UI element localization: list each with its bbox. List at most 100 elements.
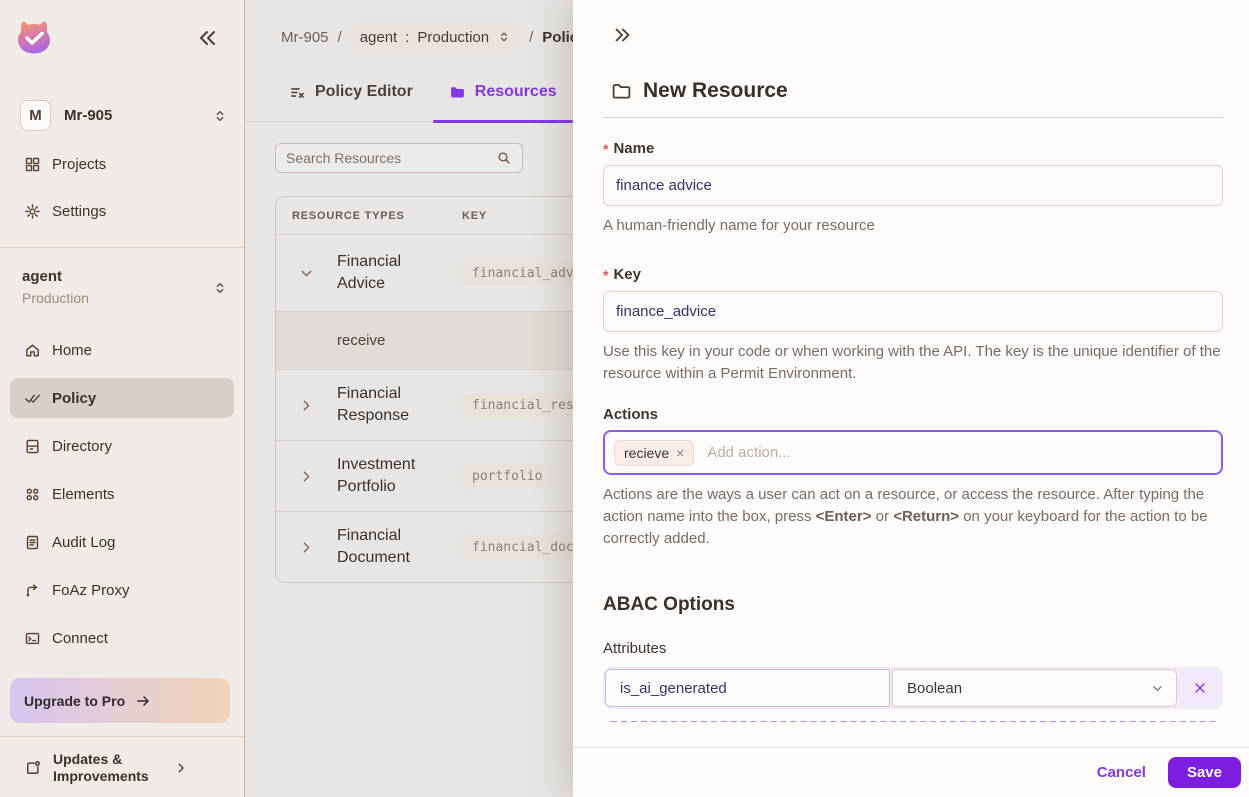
breadcrumb: Mr-905 / agent : Production / Policy: [281, 23, 586, 51]
attributes-label: Attributes: [603, 640, 667, 657]
action-tag: recieve ×: [614, 439, 695, 466]
action-name: receive: [337, 331, 386, 349]
grid-icon: [24, 156, 41, 173]
policy-editor-icon: [289, 84, 306, 101]
sidebar-item-elements[interactable]: Elements: [10, 474, 234, 514]
tab-label: Policy Editor: [315, 83, 413, 100]
project-text: agent Production: [22, 268, 212, 306]
remove-attribute-button[interactable]: [1179, 680, 1221, 696]
add-attribute-button[interactable]: Add Attribute: [603, 721, 1223, 722]
save-button[interactable]: Save: [1167, 757, 1241, 788]
drawer-header: New Resource: [611, 79, 788, 103]
sidebar-item-label: Directory: [52, 437, 113, 455]
breadcrumb-project: agent: [359, 28, 398, 46]
chevron-right-icon[interactable]: [298, 397, 315, 414]
environment-name: Production: [22, 290, 89, 306]
sidebar-item-label: Projects: [52, 155, 107, 173]
permit-logo-icon: [14, 17, 54, 57]
route-icon: [24, 582, 41, 599]
name-field[interactable]: [603, 165, 1223, 206]
name-field-label: * Name: [603, 140, 1223, 157]
tab-policy-editor[interactable]: Policy Editor: [289, 80, 413, 121]
actions-field-helper: Actions are the ways a user can act on a…: [603, 484, 1223, 550]
search-resources: [275, 143, 523, 173]
sidebar-item-connect[interactable]: Connect: [10, 618, 234, 658]
abac-options-title: ABAC Options: [603, 594, 735, 615]
sidebar-divider: [0, 247, 244, 248]
sidebar-item-foaz-proxy[interactable]: FoAz Proxy: [10, 570, 234, 610]
actions-tag-input[interactable]: recieve ×: [603, 430, 1223, 475]
audit-log-icon: [24, 534, 41, 551]
chevron-right-icon[interactable]: [298, 468, 315, 485]
drawer-body: * Name A human-friendly name for your re…: [573, 118, 1249, 722]
tab-resources[interactable]: Resources: [432, 80, 573, 123]
sidebar-item-label: Connect: [52, 629, 108, 647]
upgrade-label: Upgrade to Pro: [24, 692, 126, 709]
breadcrumb-colon: :: [405, 28, 410, 46]
updates-label: Updates & Improvements: [53, 751, 149, 784]
sidebar-collapse-icon[interactable]: [196, 26, 220, 50]
chevron-down-icon: [1150, 681, 1165, 696]
resource-name: Financial Advice: [337, 253, 402, 292]
breadcrumb-project-env-selector[interactable]: agent : Production: [350, 23, 521, 51]
sidebar-item-home[interactable]: Home: [10, 330, 234, 370]
cancel-button[interactable]: Cancel: [1097, 764, 1146, 781]
updates-icon: [24, 759, 42, 777]
key-field[interactable]: [603, 291, 1223, 332]
name-field-helper: A human-friendly name for your resource: [603, 217, 875, 234]
sidebar-main-nav: Home Policy Directory Elements Audit Log…: [10, 330, 234, 666]
gear-icon: [24, 203, 41, 220]
sidebar-item-label: FoAz Proxy: [52, 581, 130, 599]
actions-field-label: Actions: [603, 406, 1223, 423]
x-icon: [1192, 680, 1208, 696]
sidebar-item-policy[interactable]: Policy: [10, 378, 234, 418]
double-check-icon: [24, 390, 41, 407]
sidebar-item-projects[interactable]: Projects: [10, 148, 234, 180]
attribute-name-input[interactable]: [605, 669, 890, 707]
drawer-collapse-icon[interactable]: [611, 24, 633, 46]
new-resource-drawer: New Resource * Name A human-friendly nam…: [573, 0, 1249, 797]
sidebar-item-label: Policy: [52, 389, 97, 407]
field-label-text: Actions: [603, 406, 659, 423]
remove-tag-icon[interactable]: ×: [676, 445, 684, 461]
chevron-updown-icon[interactable]: [212, 108, 228, 124]
project-name: agent: [22, 268, 63, 285]
sidebar-item-label: Audit Log: [52, 533, 116, 551]
return-key-hint: <Return>: [893, 508, 960, 525]
key-field-label: * Key: [603, 266, 1223, 283]
breadcrumb-environment: Production: [417, 28, 490, 46]
sidebar-item-label: Settings: [52, 202, 107, 220]
breadcrumb-org[interactable]: Mr-905: [281, 29, 329, 46]
search-input[interactable]: [286, 150, 496, 166]
upgrade-to-pro-button[interactable]: Upgrade to Pro: [10, 678, 230, 723]
app: M Mr-905 Projects Settings agent Product…: [0, 0, 1249, 797]
field-label-text: Name: [613, 140, 655, 157]
enter-key-hint: <Enter>: [815, 508, 872, 525]
attribute-type-select[interactable]: Boolean: [892, 669, 1177, 707]
sidebar-divider: [0, 736, 244, 737]
column-header-resource-types: RESOURCE TYPES: [292, 209, 405, 222]
project-environment-switcher[interactable]: agent Production: [22, 268, 228, 306]
chevron-down-icon[interactable]: [298, 265, 315, 282]
sidebar-item-audit-log[interactable]: Audit Log: [10, 522, 234, 562]
sidebar-item-directory[interactable]: Directory: [10, 426, 234, 466]
updates-improvements-item[interactable]: Updates & Improvements: [10, 744, 234, 792]
breadcrumb-separator: /: [337, 28, 342, 46]
chevron-updown-icon[interactable]: [212, 280, 228, 296]
drawer-title: New Resource: [643, 79, 788, 102]
resource-name: Financial Response: [337, 385, 410, 424]
chevron-right-icon[interactable]: [298, 539, 315, 556]
workspace-name: Mr-905: [64, 107, 113, 124]
folder-icon: [449, 84, 466, 101]
key-field-helper: Use this key in your code or when workin…: [603, 343, 1221, 382]
chevron-updown-icon: [497, 30, 511, 44]
workspace-switcher[interactable]: M Mr-905: [20, 100, 228, 131]
workspace-avatar: M: [20, 100, 51, 131]
folder-outline-icon: [611, 81, 632, 102]
chevron-right-icon: [174, 761, 188, 775]
add-action-input[interactable]: [707, 444, 1212, 461]
sidebar-item-settings[interactable]: Settings: [10, 195, 234, 227]
arrow-right-icon: [135, 693, 151, 709]
required-marker: *: [603, 266, 609, 283]
sidebar: M Mr-905 Projects Settings agent Product…: [0, 0, 245, 797]
